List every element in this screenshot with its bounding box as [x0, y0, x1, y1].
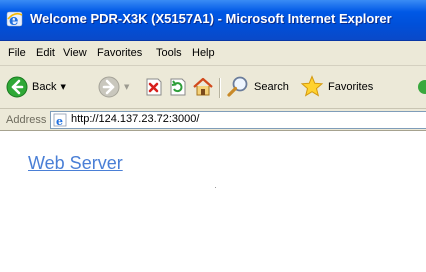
ie-icon: e [6, 11, 23, 28]
refresh-button[interactable] [168, 75, 188, 99]
home-button[interactable] [192, 75, 214, 99]
web-server-link[interactable]: Web Server [28, 153, 123, 174]
back-dropdown-icon[interactable]: ▼ [60, 83, 65, 91]
toolbar-separator [219, 78, 221, 98]
page-content: Web Server [0, 131, 426, 272]
stop-button[interactable] [144, 75, 164, 99]
window-title: Welcome PDR-X3K (X5157A1) - Microsoft In… [30, 11, 392, 26]
home-icon [193, 77, 213, 96]
search-label: Search [254, 81, 289, 93]
toolbar: Back ▼ ▼ Search Favorites [0, 66, 426, 109]
refresh-icon [170, 78, 186, 96]
address-url: http://124.137.23.72:3000/ [71, 113, 200, 125]
menu-help[interactable]: Help [192, 47, 215, 59]
page-icon: e [53, 113, 67, 127]
menu-view[interactable]: View [63, 47, 87, 59]
favorites-button[interactable]: Favorites [300, 75, 373, 99]
svg-text:e: e [56, 115, 63, 127]
menu-tools[interactable]: Tools [156, 47, 182, 59]
address-bar: Address e http://124.137.23.72:3000/ [0, 109, 426, 131]
menu-file[interactable]: File [8, 47, 26, 59]
favorites-star-icon [300, 75, 324, 97]
forward-arrow-icon [98, 76, 120, 98]
address-label: Address [6, 114, 47, 126]
stop-icon [146, 78, 162, 96]
back-label: Back [32, 81, 57, 93]
media-button[interactable] [416, 75, 426, 99]
search-button[interactable]: Search [226, 75, 289, 99]
menu-favorites[interactable]: Favorites [97, 47, 142, 59]
title-bar[interactable]: e Welcome PDR-X3K (X5157A1) - Microsoft … [0, 0, 426, 41]
back-arrow-icon [6, 76, 28, 98]
forward-dropdown-icon[interactable]: ▼ [124, 83, 129, 91]
favorites-label: Favorites [328, 81, 374, 93]
stray-dot [215, 187, 216, 188]
back-button[interactable]: Back ▼ [6, 75, 66, 99]
forward-button[interactable]: ▼ [98, 75, 129, 99]
menu-bar: File Edit View Favorites Tools Help [0, 41, 426, 66]
menu-edit[interactable]: Edit [36, 47, 55, 59]
address-input[interactable]: e http://124.137.23.72:3000/ [50, 111, 426, 129]
media-icon [418, 80, 426, 94]
search-icon [227, 76, 248, 97]
